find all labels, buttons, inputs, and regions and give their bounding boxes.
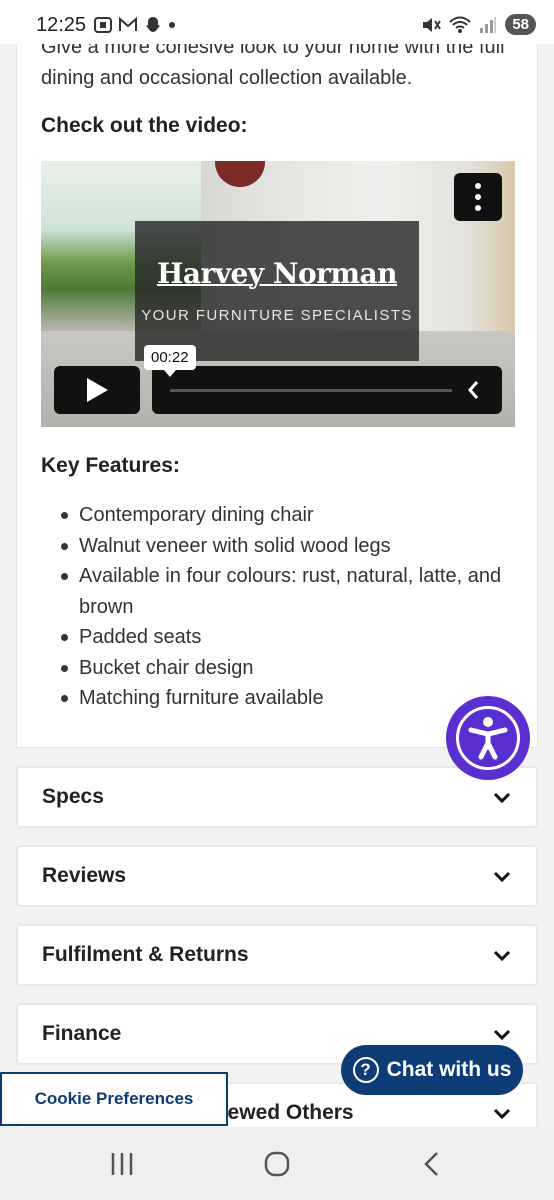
accordion-label: Reviews [42, 864, 127, 887]
more-dot-icon [475, 183, 481, 189]
status-bar: 12:25 58 [0, 0, 554, 44]
battery-level: 58 [505, 14, 536, 35]
accordion-label: Fulfilment & Returns [42, 943, 249, 966]
chevron-down-icon [493, 1029, 511, 1041]
accordion-label: Finance [42, 1022, 122, 1045]
video-more-options-button[interactable] [454, 173, 502, 221]
feature-item: Available in four colours: rust, natural… [55, 561, 515, 622]
video-player[interactable]: Harvey Norman YOUR FURNITURE SPECIALISTS… [41, 161, 515, 427]
brand-logo: Harvey Norman [156, 257, 398, 290]
accordion-fulfilment-returns[interactable]: Fulfilment & Returns [16, 924, 538, 986]
chat-with-us-button[interactable]: ? Chat with us [341, 1045, 523, 1095]
back-icon [424, 1152, 438, 1176]
play-icon [87, 378, 108, 402]
cookie-label: Cookie Preferences [34, 1089, 194, 1108]
features-heading: Key Features: [41, 454, 180, 477]
mute-icon [423, 17, 442, 32]
notification-icons [94, 16, 176, 34]
feature-item: Walnut veneer with solid wood legs [55, 531, 515, 562]
dot-icon [169, 22, 175, 28]
help-icon: ? [352, 1057, 379, 1083]
feature-item: Bucket chair design [55, 653, 515, 684]
feature-item: Contemporary dining chair [55, 500, 515, 531]
chat-label: Chat with us [386, 1058, 512, 1081]
video-scene-lamp [215, 161, 265, 187]
screenshot-icon [94, 17, 112, 33]
more-dot-icon [475, 194, 481, 200]
chevron-down-icon [493, 1108, 511, 1120]
recent-apps-button[interactable] [102, 1147, 142, 1181]
chevron-down-icon [493, 871, 511, 883]
video-time-tooltip: 00:22 [144, 345, 196, 377]
features-list: Contemporary dining chair Walnut veneer … [55, 500, 515, 714]
progress-track[interactable] [170, 389, 452, 392]
more-dot-icon [475, 205, 481, 211]
status-time: 12:25 [36, 14, 87, 36]
snapchat-icon [146, 17, 160, 32]
brand-overlay: Harvey Norman YOUR FURNITURE SPECIALISTS [135, 221, 419, 361]
brand-tagline: YOUR FURNITURE SPECIALISTS [141, 307, 413, 324]
home-button[interactable] [257, 1147, 297, 1181]
product-description: Give a more cohesive look to your home w… [16, 10, 538, 748]
back-button[interactable] [412, 1147, 452, 1181]
feature-item: Matching furniture available [55, 683, 515, 714]
chevron-down-icon [493, 950, 511, 962]
accessibility-icon [468, 717, 508, 760]
play-button[interactable] [54, 366, 140, 414]
accordion-label: Specs [42, 785, 104, 808]
accessibility-button[interactable] [446, 696, 530, 780]
accessibility-icon-ring [456, 706, 520, 770]
gmail-icon [119, 17, 137, 31]
accordion-specs[interactable]: Specs [16, 766, 538, 828]
system-icons: 58 [421, 14, 536, 35]
feature-item: Padded seats [55, 622, 515, 653]
system-navigation-bar [0, 1127, 554, 1200]
accordion-reviews[interactable]: Reviews [16, 845, 538, 907]
video-heading: Check out the video: [41, 114, 248, 137]
chevron-down-icon [493, 792, 511, 804]
home-icon [264, 1151, 290, 1177]
signal-icon [480, 16, 497, 33]
recent-apps-icon [111, 1153, 133, 1175]
video-progress-bar[interactable] [152, 366, 502, 414]
cookie-preferences-button[interactable]: Cookie Preferences [0, 1072, 228, 1126]
chevron-left-icon[interactable] [464, 378, 484, 402]
wifi-icon [449, 16, 472, 33]
